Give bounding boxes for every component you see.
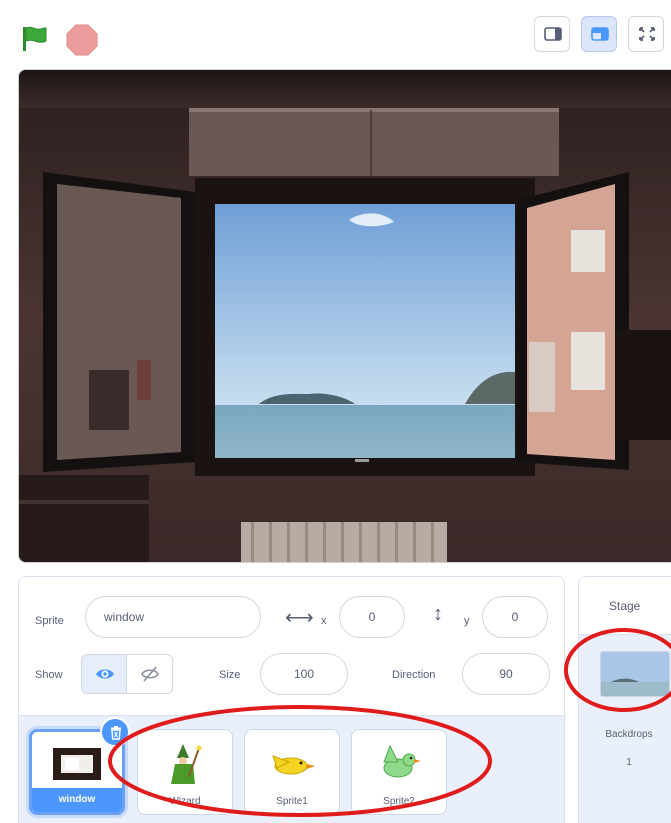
eye-icon (96, 669, 114, 679)
sprite-label: Sprite (35, 615, 64, 627)
stage-title: Stage (579, 577, 671, 635)
show-hidden-button[interactable] (127, 654, 173, 694)
vertical-arrows-icon: ↕ (433, 603, 443, 625)
green-flag-icon[interactable] (22, 26, 52, 52)
backdrops-label: Backdrops (605, 729, 653, 740)
direction-input[interactable]: 90 (462, 653, 550, 695)
stop-sign-icon[interactable] (66, 24, 98, 56)
normal-stage-icon (591, 27, 609, 41)
size-input[interactable]: 100 (260, 653, 348, 695)
yellow-bird-sprite-thumbnail (272, 755, 315, 775)
direction-label: Direction (392, 669, 436, 681)
fullscreen-icon (639, 27, 655, 41)
normal-stage-button[interactable] (581, 16, 617, 52)
trash-icon (111, 726, 121, 740)
small-stage-button[interactable] (534, 16, 570, 52)
fullscreen-button[interactable] (628, 16, 664, 52)
green-bird-sprite-thumbnail (383, 744, 421, 778)
sprite-name: window (32, 788, 122, 812)
x-label: x (321, 615, 327, 627)
sprite-pane: Sprite window ⟷ x 0 ↕ y 0 Show Size 100 … (18, 576, 565, 823)
show-visible-button[interactable] (81, 654, 127, 694)
size-label: Size (219, 669, 241, 681)
horizontal-arrows-icon: ⟷ (285, 607, 314, 629)
stage-header (0, 0, 671, 70)
sprite-name-input[interactable]: window (85, 596, 261, 638)
stage-pane[interactable]: Stage Backdrops 1 (578, 576, 671, 823)
window-sprite-thumbnail (53, 748, 101, 780)
sprite-info: Sprite window ⟷ x 0 ↕ y 0 Show Size 100 … (19, 577, 564, 716)
sprite-name: Sprite1 (276, 796, 308, 807)
sprite-tile-sprite1[interactable]: Sprite1 (244, 729, 340, 815)
sprite-tile-sprite2[interactable]: Sprite2 (351, 729, 447, 815)
delete-sprite-button[interactable] (100, 717, 130, 747)
backdrop-thumbnail[interactable] (600, 651, 670, 697)
show-label: Show (35, 669, 63, 681)
y-label: y (464, 615, 470, 627)
stage-canvas[interactable] (18, 69, 671, 563)
y-position-input[interactable]: 0 (482, 596, 548, 638)
sprite-name: Sprite2 (383, 796, 415, 807)
x-position-input[interactable]: 0 (339, 596, 405, 638)
sprite-tile-wizard[interactable]: Wizard (137, 729, 233, 815)
sprite-name: Wizard (169, 796, 201, 807)
wizard-sprite-thumbnail (171, 744, 202, 784)
backdrops-count: 1 (626, 757, 632, 768)
hidden-eye-icon (141, 666, 159, 682)
small-stage-icon (544, 27, 562, 41)
